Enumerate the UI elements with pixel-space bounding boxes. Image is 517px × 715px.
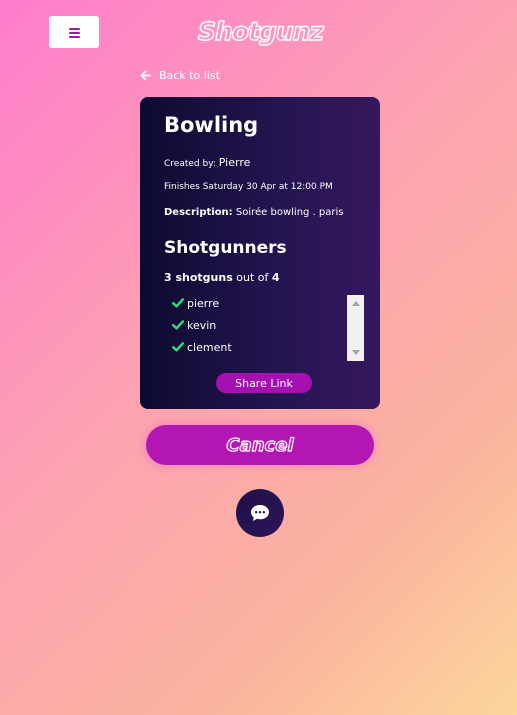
hamburger-icon: [68, 27, 80, 38]
finishes-text: Finishes Saturday 30 Apr at 12:00 PM: [164, 182, 333, 192]
chat-bubble-icon: [251, 505, 269, 521]
share-link-button[interactable]: Share Link: [216, 373, 312, 393]
max-count: 4: [271, 271, 280, 284]
list-item: kevin: [172, 317, 216, 333]
list-item: pierre: [172, 295, 219, 311]
description-label: Description:: [164, 207, 233, 218]
shotgunners-title: Shotgunners: [164, 238, 287, 258]
chat-button[interactable]: [236, 489, 284, 537]
app-logo[interactable]: Shotgunz: [197, 14, 324, 50]
cancel-button-label: Cancel: [226, 434, 294, 456]
shotgun-count: 3 shotguns out of 4: [164, 271, 280, 284]
scroll-up-icon[interactable]: [352, 301, 360, 306]
arrow-left-icon: [140, 70, 151, 80]
menu-button[interactable]: [49, 16, 99, 48]
shotgunner-name: pierre: [187, 296, 220, 310]
check-icon: [172, 320, 184, 330]
event-card: Bowling Created by: Pierre Finishes Satu…: [140, 97, 380, 409]
created-by-label: Created by:: [164, 159, 216, 169]
created-by: Created by: Pierre: [164, 156, 250, 169]
check-icon: [172, 298, 184, 308]
list-scrollbar[interactable]: [347, 295, 364, 361]
out-of-label: out of: [236, 271, 269, 284]
event-title: Bowling: [164, 113, 259, 137]
description: Description: Soirée bowling . paris: [164, 207, 344, 218]
cancel-button[interactable]: Cancel: [146, 425, 374, 465]
back-to-list-label: Back to list: [159, 68, 220, 82]
scroll-down-icon[interactable]: [352, 350, 360, 355]
shotgunner-name: kevin: [187, 318, 217, 332]
creator-name: Pierre: [218, 156, 251, 169]
back-to-list-link[interactable]: Back to list: [140, 66, 220, 84]
shotgunner-name: clement: [187, 340, 232, 354]
shotgunners-list: pierre kevin clement: [164, 295, 364, 361]
description-value: Soirée bowling . paris: [235, 207, 344, 218]
shotgun-count-value: 3 shotguns: [164, 271, 233, 284]
check-icon: [172, 342, 184, 352]
list-item: clement: [172, 339, 232, 355]
